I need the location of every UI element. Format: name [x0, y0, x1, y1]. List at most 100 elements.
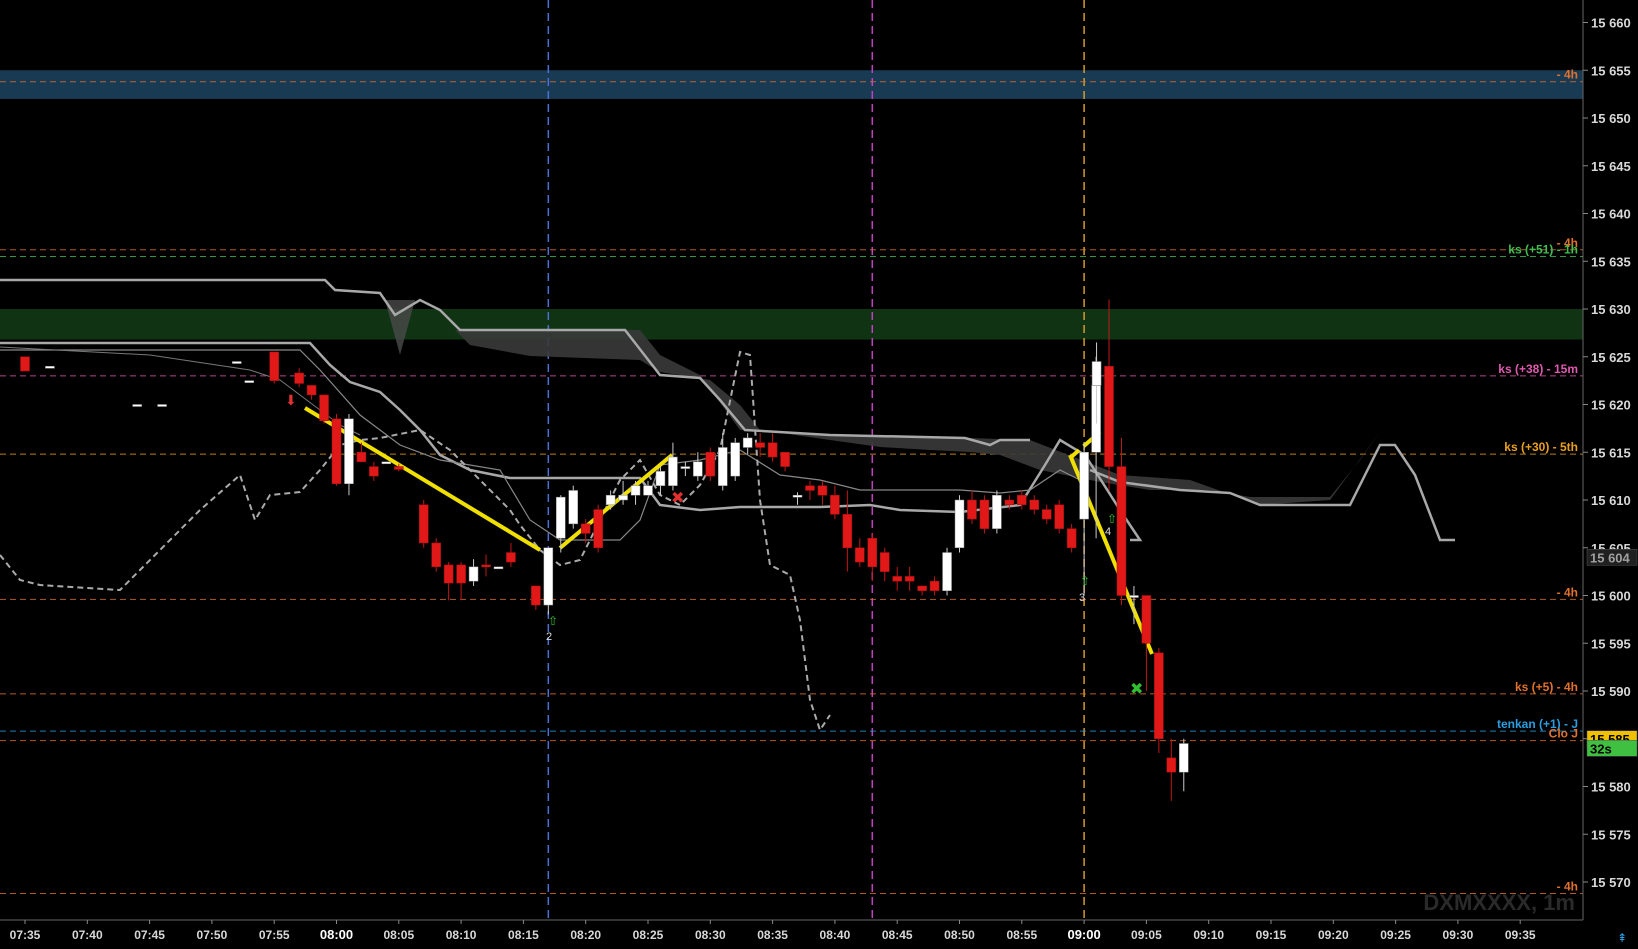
- candle-body: [693, 461, 703, 477]
- level-label: ks (+38) - 15m: [1498, 362, 1578, 376]
- candle-body: [718, 447, 728, 486]
- price-tick-label: 15 615: [1591, 445, 1631, 460]
- candle-body: [132, 404, 142, 407]
- price-tick-label: 15 620: [1591, 398, 1631, 413]
- time-tick-label: 08:50: [944, 928, 975, 942]
- candle-body: [481, 564, 491, 568]
- level-label: ks (+51) - 1h: [1508, 242, 1578, 256]
- indicator-overlays: [0, 278, 1455, 733]
- time-tick-label: 08:55: [1006, 928, 1037, 942]
- candle-body: [1104, 366, 1114, 467]
- price-tick-label: 15 600: [1591, 589, 1631, 604]
- time-tick-label: 08:35: [757, 928, 788, 942]
- candle-body: [992, 494, 1002, 529]
- levels-layer: - 4h - 4h ks (+51) - 1h ks (+38) - 15m ks (+…: [0, 68, 1583, 894]
- level-label: Clo J: [1549, 727, 1578, 741]
- price-tick-label: 15 635: [1591, 254, 1631, 269]
- candle-body: [331, 418, 342, 485]
- signal-arrow-up: ⇧: [548, 614, 558, 628]
- candle-body: [867, 537, 878, 568]
- candle-body: [1066, 528, 1077, 549]
- candle-body: [643, 485, 653, 496]
- candle-body: [418, 504, 429, 544]
- price-chart[interactable]: - 4h - 4h ks (+51) - 1h ks (+38) - 15m ks (+…: [0, 0, 1638, 949]
- candle-body: [605, 494, 616, 506]
- candle-body: [817, 485, 828, 496]
- candle-body: [1041, 509, 1052, 520]
- level-label: ks (+5) - 4h: [1515, 680, 1578, 694]
- candle-body: [1179, 743, 1189, 773]
- price-tick-label: 15 650: [1591, 111, 1631, 126]
- candle-body: [506, 552, 516, 563]
- candle-body: [929, 580, 940, 591]
- time-tick-label: 08:10: [446, 928, 477, 942]
- candle-body: [830, 494, 840, 515]
- price-zone: [0, 70, 1583, 99]
- vertical-markers-layer: [547, 0, 1085, 920]
- time-tick-label: 07:40: [72, 928, 103, 942]
- future-span: [1089, 443, 1455, 542]
- candle-body: [917, 585, 927, 591]
- symbol-watermark: DXMXXXX, 1m: [1423, 890, 1575, 915]
- candle-body: [742, 437, 753, 448]
- time-tick-label: 08:30: [695, 928, 726, 942]
- candle-body: [805, 485, 815, 491]
- chart-window[interactable]: - 4h - 4h ks (+51) - 1h ks (+38) - 15m ks (+…: [0, 0, 1638, 949]
- candle-body: [1017, 494, 1027, 506]
- thin-white-line: [0, 346, 361, 436]
- kijun-line: [0, 278, 1030, 447]
- candle-body: [431, 542, 441, 568]
- candle-body: [381, 461, 392, 465]
- price-tick-label: 15 630: [1591, 302, 1631, 317]
- price-tick-label: 15 580: [1591, 780, 1631, 795]
- candle-body: [232, 361, 242, 364]
- candle-body: [568, 490, 578, 525]
- zones-layer: [0, 70, 1583, 340]
- price-tag-label: 32s: [1590, 741, 1612, 756]
- candle-body: [855, 547, 865, 563]
- time-tick-label: 08:00: [320, 927, 353, 942]
- price-tick-label: 15 590: [1591, 684, 1631, 699]
- candle-body: [1166, 757, 1177, 773]
- time-axis: 07:35 07:40 07:45 07:50 07:55 08:00 08:05 08:10…: [10, 920, 1536, 942]
- candle-body: [842, 514, 853, 549]
- candle-body: [556, 496, 566, 539]
- candle-body: [1129, 595, 1139, 598]
- candle-body: [493, 566, 504, 570]
- time-tick-label: 08:15: [508, 928, 539, 942]
- candle-body: [1079, 452, 1089, 520]
- candle-body: [879, 552, 890, 572]
- time-tick-label: 07:45: [134, 928, 165, 942]
- candle-body: [456, 564, 466, 584]
- scroll-icon[interactable]: ⇞: [1617, 931, 1627, 945]
- candle-body: [306, 385, 317, 396]
- candle-body: [319, 394, 329, 421]
- candle-body: [967, 499, 977, 520]
- signal-number: 4: [1105, 526, 1111, 538]
- candle-body: [344, 418, 354, 485]
- time-tick-label: 09:30: [1443, 928, 1474, 942]
- candle-body: [1004, 499, 1015, 506]
- price-axis: 15 57015 57515 58015 58515 59015 59515 6…: [1583, 16, 1631, 890]
- time-tick-label: 09:05: [1131, 928, 1162, 942]
- candle-body: [244, 380, 255, 383]
- time-tick-label: 09:10: [1193, 928, 1224, 942]
- candle-body: [705, 452, 716, 477]
- candle-body: [580, 523, 591, 534]
- candles-layer: [20, 299, 1189, 801]
- time-tick-label: 08:20: [570, 928, 601, 942]
- candle-body: [904, 576, 915, 582]
- candle-body: [892, 576, 902, 582]
- candle-body: [780, 452, 790, 467]
- candle-body: [157, 404, 167, 407]
- price-tick-label: 15 655: [1591, 63, 1631, 78]
- candle-body: [356, 452, 367, 463]
- price-tick-label: 15 610: [1591, 493, 1631, 508]
- price-tags: 15 58532s15 604: [1586, 549, 1638, 757]
- candle-body: [668, 456, 678, 486]
- candle-body: [1029, 499, 1040, 510]
- time-tick-label: 07:55: [259, 928, 290, 942]
- candle-body: [294, 372, 304, 384]
- candle-body: [792, 494, 803, 498]
- candle-body: [618, 494, 628, 501]
